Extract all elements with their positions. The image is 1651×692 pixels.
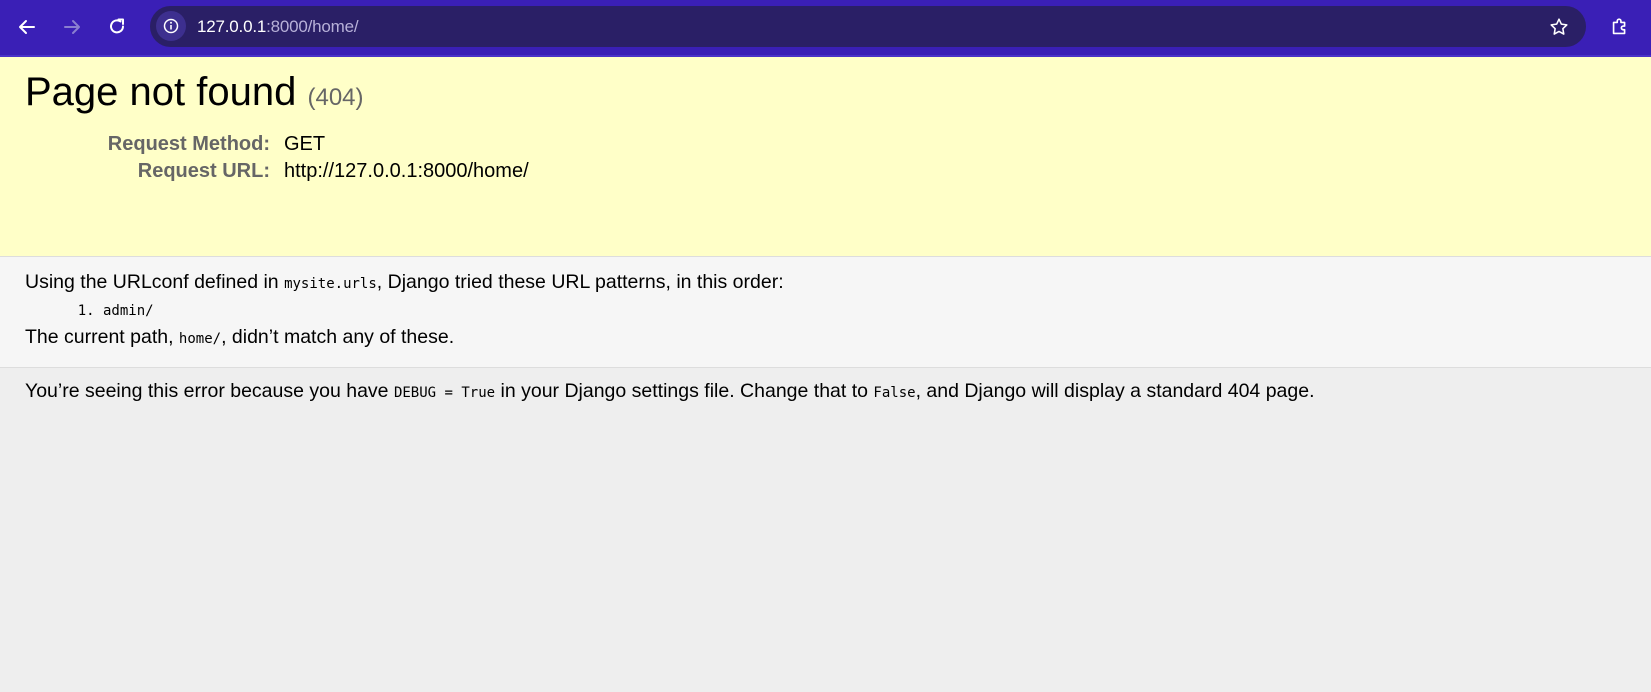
site-info-button[interactable] xyxy=(156,11,186,41)
request-url-value: http://127.0.0.1:8000/home/ xyxy=(284,160,529,182)
false-value: False xyxy=(873,385,916,401)
debug-explanation: You’re seeing this error because you hav… xyxy=(0,368,1651,416)
extensions-button[interactable] xyxy=(1603,10,1637,44)
reload-button[interactable] xyxy=(100,10,134,44)
extensions-icon xyxy=(1612,18,1626,35)
back-arrow-icon xyxy=(19,20,35,34)
urlconf-intro: Using the URLconf defined in mysite.urls… xyxy=(25,270,1626,296)
back-button[interactable] xyxy=(10,10,44,44)
urlconf-name: mysite.urls xyxy=(284,276,377,292)
intro-text-end: , Django tried these URL patterns, in th… xyxy=(376,271,784,293)
explanation-pre: You’re seeing this error because you hav… xyxy=(25,380,394,402)
request-url-row: Request URL: http://127.0.0.1:8000/home/ xyxy=(25,158,529,185)
request-meta-table: Request Method: GET Request URL: http://… xyxy=(25,131,529,185)
address-bar[interactable]: 127.0.0.1:8000/home/ xyxy=(150,6,1586,47)
request-method-label: Request Method: xyxy=(107,133,270,155)
request-url-label: Request URL: xyxy=(137,160,270,182)
status-code: (404) xyxy=(307,84,364,111)
forward-button[interactable] xyxy=(55,10,89,44)
intro-text: Using the URLconf defined in xyxy=(25,271,285,293)
title-text: Page not found xyxy=(25,70,297,114)
error-summary: Page not found (404) Request Method: GET… xyxy=(0,57,1651,257)
info-icon xyxy=(163,18,179,34)
explanation-text: You’re seeing this error because you hav… xyxy=(25,378,1626,406)
url-host: 127.0.0.1 xyxy=(197,17,267,36)
browser-toolbar: 127.0.0.1:8000/home/ xyxy=(0,0,1651,57)
bookmark-button[interactable] xyxy=(1546,14,1572,40)
address-url[interactable]: 127.0.0.1:8000/home/ xyxy=(197,17,359,37)
url-pattern-item: admin/ xyxy=(103,301,1626,321)
debug-setting: DEBUG = True xyxy=(393,385,496,401)
current-path: home/ xyxy=(178,331,222,347)
current-path-note: The current path, home/, didn’t match an… xyxy=(25,325,1626,351)
reload-icon xyxy=(110,18,124,34)
path-text: The current path, xyxy=(25,326,179,348)
url-path: :8000/home/ xyxy=(266,17,359,36)
page-title: Page not found (404) xyxy=(25,69,1626,121)
explanation-mid: in your Django settings file. Change tha… xyxy=(495,380,874,402)
url-pattern-list: admin/ xyxy=(25,301,1626,321)
request-method-value: GET xyxy=(284,133,326,155)
star-icon xyxy=(1550,18,1568,35)
path-text-end: , didn’t match any of these. xyxy=(221,326,455,348)
urlconf-info: Using the URLconf defined in mysite.urls… xyxy=(0,257,1651,368)
request-method-row: Request Method: GET xyxy=(25,131,529,158)
explanation-post: , and Django will display a standard 404… xyxy=(915,380,1315,402)
forward-arrow-icon xyxy=(64,20,80,34)
